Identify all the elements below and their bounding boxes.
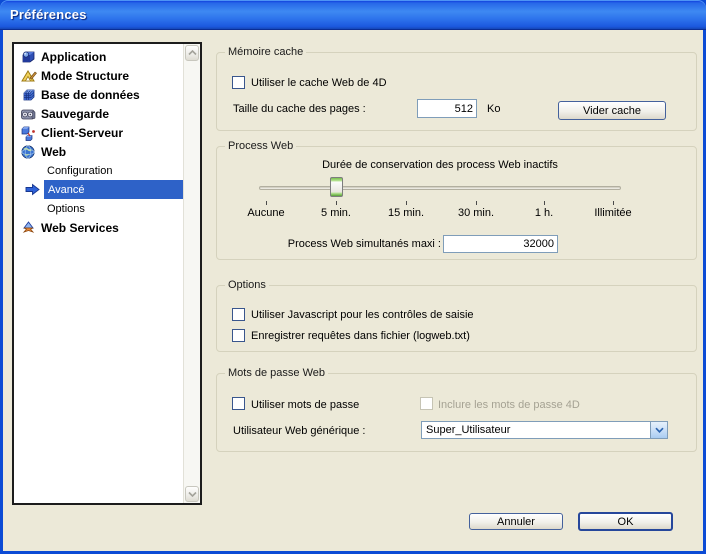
slider-tick xyxy=(613,201,614,205)
tree-item-sauvegarde[interactable]: Sauvegarde xyxy=(14,104,183,123)
chevron-down-icon xyxy=(655,424,664,436)
tree-item-label: Sauvegarde xyxy=(41,107,109,121)
database-icon xyxy=(20,87,37,103)
tree-item-label: Client-Serveur xyxy=(41,126,123,140)
tree-item-avance[interactable]: Avancé xyxy=(44,180,183,199)
log-requests-checkbox[interactable] xyxy=(232,329,245,342)
tree-item-label: Options xyxy=(47,203,85,215)
scroll-down-button[interactable] xyxy=(185,486,199,502)
include-4d-passwords-label: Inclure les mots de passe 4D xyxy=(438,399,580,411)
cache-size-label: Taille du cache des pages : xyxy=(233,103,366,115)
tree-item-client-serveur[interactable]: Client-Serveur xyxy=(14,123,183,142)
cancel-button[interactable]: Annuler xyxy=(469,513,563,530)
log-requests-label: Enregistrer requêtes dans fichier (logwe… xyxy=(251,330,470,342)
timeout-slider-thumb[interactable] xyxy=(330,177,343,197)
tree-item-label: Application xyxy=(41,50,106,64)
backup-icon xyxy=(20,106,37,122)
tree-item-application[interactable]: Application xyxy=(14,47,183,66)
tree-item-label: Configuration xyxy=(47,165,112,177)
group-title: Mémoire cache xyxy=(225,46,306,58)
application-icon xyxy=(20,49,37,65)
slider-tick xyxy=(476,201,477,205)
combobox-value: Super_Utilisateur xyxy=(422,424,650,436)
include-4d-passwords-checkbox xyxy=(420,397,433,410)
slider-tick-label: Aucune xyxy=(231,207,301,219)
use-web-cache-checkbox[interactable] xyxy=(232,76,245,89)
slider-tick xyxy=(544,201,545,205)
slider-label: Durée de conservation des process Web in… xyxy=(259,159,621,171)
slider-tick-label: 30 min. xyxy=(441,207,511,219)
selected-arrow-icon xyxy=(25,183,40,199)
group-title: Mots de passe Web xyxy=(225,367,328,379)
tree-item-web-services[interactable]: Web Services xyxy=(14,218,183,237)
tree-item-options[interactable]: Options xyxy=(14,199,183,218)
tree-scrollbar[interactable] xyxy=(183,44,200,503)
group-mots-de-passe-web: Mots de passe Web Utiliser mots de passe… xyxy=(216,373,697,452)
ok-button[interactable]: OK xyxy=(578,512,673,531)
tree-item-label: Web xyxy=(41,145,66,159)
slider-tick-label: 1 h. xyxy=(509,207,579,219)
tree-items: Application Mode Structure Base de donné… xyxy=(14,44,183,503)
chevron-up-icon xyxy=(188,47,197,59)
client-server-icon xyxy=(20,125,37,141)
tree-item-web[interactable]: Web xyxy=(14,142,183,161)
javascript-checkbox[interactable] xyxy=(232,308,245,321)
clear-cache-button[interactable]: Vider cache xyxy=(558,101,666,120)
slider-tick-label: Illimitée xyxy=(578,207,648,219)
max-processes-input[interactable] xyxy=(443,235,558,253)
slider-tick xyxy=(406,201,407,205)
tree-item-base-de-donnees[interactable]: Base de données xyxy=(14,85,183,104)
tree-item-label: Base de données xyxy=(41,88,140,102)
group-options: Options Utiliser Javascript pour les con… xyxy=(216,285,697,352)
chevron-down-icon xyxy=(188,488,197,500)
window-title: Préférences xyxy=(10,7,87,22)
cache-size-unit: Ko xyxy=(487,103,500,115)
generic-user-label: Utilisateur Web générique : xyxy=(233,425,365,437)
tree-item-configuration[interactable]: Configuration xyxy=(14,161,183,180)
preferences-tree: Application Mode Structure Base de donné… xyxy=(12,42,202,505)
use-passwords-label: Utiliser mots de passe xyxy=(251,399,359,411)
slider-tick-label: 5 min. xyxy=(301,207,371,219)
tree-item-label: Mode Structure xyxy=(41,69,129,83)
use-passwords-checkbox[interactable] xyxy=(232,397,245,410)
use-web-cache-label: Utiliser le cache Web de 4D xyxy=(251,77,387,89)
tree-item-label: Avancé xyxy=(48,184,85,196)
slider-tick xyxy=(336,201,337,205)
group-title: Process Web xyxy=(225,140,296,152)
scroll-up-button[interactable] xyxy=(185,45,199,61)
group-process-web: Process Web Durée de conservation des pr… xyxy=(216,146,697,260)
slider-tick-label: 15 min. xyxy=(371,207,441,219)
structure-icon xyxy=(20,68,37,84)
group-title: Options xyxy=(225,279,269,291)
tree-item-label: Web Services xyxy=(41,221,119,235)
web-icon xyxy=(20,144,37,160)
javascript-label: Utiliser Javascript pour les contrôles d… xyxy=(251,309,474,321)
slider-tick xyxy=(266,201,267,205)
max-processes-label: Process Web simultanés maxi : xyxy=(233,238,441,250)
preferences-dialog: Préférences Application Mode Structure xyxy=(0,0,706,554)
tree-item-mode-structure[interactable]: Mode Structure xyxy=(14,66,183,85)
generic-user-combobox[interactable]: Super_Utilisateur xyxy=(421,421,668,439)
web-services-icon xyxy=(20,220,37,236)
group-memoire-cache: Mémoire cache Utiliser le cache Web de 4… xyxy=(216,52,697,131)
titlebar[interactable]: Préférences xyxy=(0,0,706,30)
combobox-dropdown-button[interactable] xyxy=(650,422,667,438)
timeout-slider-track[interactable] xyxy=(259,186,621,190)
cache-size-input[interactable] xyxy=(417,99,477,118)
